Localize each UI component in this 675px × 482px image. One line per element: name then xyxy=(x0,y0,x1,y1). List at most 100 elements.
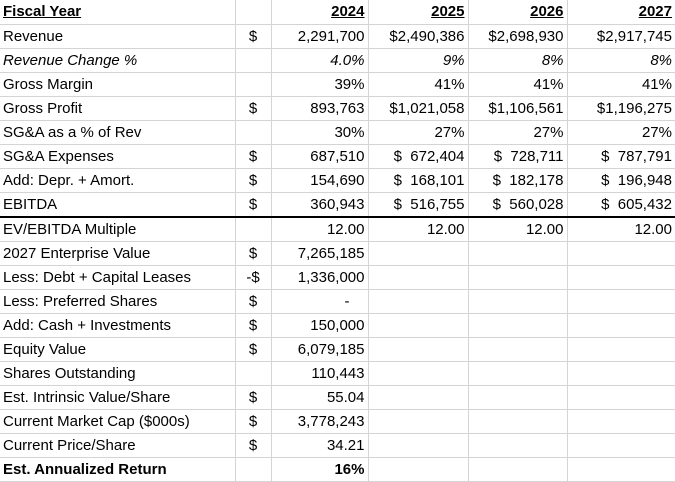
cell[interactable] xyxy=(235,72,272,97)
shares-label[interactable]: Shares Outstanding xyxy=(0,361,236,386)
depr-amort-2024[interactable]: 154,690 xyxy=(271,168,369,193)
cell[interactable] xyxy=(567,457,675,482)
revenue-2027[interactable]: $2,917,745 xyxy=(567,24,675,49)
enterprise-value-2024[interactable]: 7,265,185 xyxy=(271,241,369,266)
cell[interactable] xyxy=(368,409,469,434)
debt-label[interactable]: Less: Debt + Capital Leases xyxy=(0,265,236,290)
cell[interactable] xyxy=(235,120,272,145)
preferred-label[interactable]: Less: Preferred Shares xyxy=(0,289,236,314)
mktcap-label[interactable]: Current Market Cap ($000s) xyxy=(0,409,236,434)
cell[interactable] xyxy=(468,433,568,458)
cell[interactable] xyxy=(468,265,568,290)
cell[interactable] xyxy=(567,385,675,410)
enterprise-value-label[interactable]: 2027 Enterprise Value xyxy=(0,241,236,266)
depr-amort-currency[interactable]: $ xyxy=(235,168,272,193)
shares-2024[interactable]: 110,443 xyxy=(271,361,369,386)
sga-expenses-2025[interactable]: $ 672,404 xyxy=(368,144,469,169)
year-2026[interactable]: 2026 xyxy=(468,0,568,25)
intrinsic-currency[interactable]: $ xyxy=(235,385,272,410)
cell[interactable] xyxy=(368,385,469,410)
cell[interactable] xyxy=(567,361,675,386)
gross-profit-2024[interactable]: 893,763 xyxy=(271,96,369,121)
mktcap-2024[interactable]: 3,778,243 xyxy=(271,409,369,434)
ebitda-2025[interactable]: $ 516,755 xyxy=(368,192,469,218)
cell[interactable] xyxy=(567,265,675,290)
equity-label[interactable]: Equity Value xyxy=(0,337,236,362)
cell[interactable] xyxy=(235,457,272,482)
depr-amort-2025[interactable]: $ 168,101 xyxy=(368,168,469,193)
cell[interactable] xyxy=(468,289,568,314)
cell[interactable] xyxy=(368,241,469,266)
cell[interactable] xyxy=(468,241,568,266)
depr-amort-2027[interactable]: $ 196,948 xyxy=(567,168,675,193)
cell[interactable] xyxy=(567,241,675,266)
fiscal-year-label[interactable]: Fiscal Year xyxy=(0,0,236,25)
gross-profit-2026[interactable]: $1,106,561 xyxy=(468,96,568,121)
ev-multiple-2026[interactable]: 12.00 xyxy=(468,216,568,242)
revenue-2024[interactable]: 2,291,700 xyxy=(271,24,369,49)
cell[interactable] xyxy=(368,433,469,458)
cell[interactable] xyxy=(368,265,469,290)
cell[interactable] xyxy=(368,457,469,482)
intrinsic-label[interactable]: Est. Intrinsic Value/Share xyxy=(0,385,236,410)
gross-profit-2027[interactable]: $1,196,275 xyxy=(567,96,675,121)
gross-profit-2025[interactable]: $1,021,058 xyxy=(368,96,469,121)
revenue-label[interactable]: Revenue xyxy=(0,24,236,49)
sga-expenses-2027[interactable]: $ 787,791 xyxy=(567,144,675,169)
year-2024[interactable]: 2024 xyxy=(271,0,369,25)
cash-currency[interactable]: $ xyxy=(235,313,272,338)
sga-expenses-label[interactable]: SG&A Expenses xyxy=(0,144,236,169)
year-2025[interactable]: 2025 xyxy=(368,0,469,25)
enterprise-value-currency[interactable]: $ xyxy=(235,241,272,266)
revenue-2025[interactable]: $2,490,386 xyxy=(368,24,469,49)
price-2024[interactable]: 34.21 xyxy=(271,433,369,458)
cash-2024[interactable]: 150,000 xyxy=(271,313,369,338)
sga-pct-2027[interactable]: 27% xyxy=(567,120,675,145)
revenue-change-label[interactable]: Revenue Change % xyxy=(0,48,236,73)
cell[interactable] xyxy=(567,313,675,338)
cell[interactable] xyxy=(468,313,568,338)
depr-amort-label[interactable]: Add: Depr. + Amort. xyxy=(0,168,236,193)
debt-currency[interactable]: -$ xyxy=(235,265,272,290)
ev-multiple-label[interactable]: EV/EBITDA Multiple xyxy=(0,216,236,242)
mktcap-currency[interactable]: $ xyxy=(235,409,272,434)
ebitda-2026[interactable]: $ 560,028 xyxy=(468,192,568,218)
sga-expenses-2026[interactable]: $ 728,711 xyxy=(468,144,568,169)
cell[interactable] xyxy=(468,409,568,434)
sga-expenses-2024[interactable]: 687,510 xyxy=(271,144,369,169)
sga-pct-2024[interactable]: 30% xyxy=(271,120,369,145)
cell[interactable] xyxy=(235,0,272,25)
cell[interactable] xyxy=(468,457,568,482)
depr-amort-2026[interactable]: $ 182,178 xyxy=(468,168,568,193)
cell[interactable] xyxy=(368,289,469,314)
intrinsic-2024[interactable]: 55.04 xyxy=(271,385,369,410)
cell[interactable] xyxy=(468,361,568,386)
preferred-2024[interactable]: - xyxy=(271,289,369,314)
ebitda-2024[interactable]: 360,943 xyxy=(271,192,369,218)
ebitda-currency[interactable]: $ xyxy=(235,192,272,218)
revenue-change-2024[interactable]: 4.0% xyxy=(271,48,369,73)
price-label[interactable]: Current Price/Share xyxy=(0,433,236,458)
cell[interactable] xyxy=(368,337,469,362)
cell[interactable] xyxy=(235,216,272,242)
ebitda-label[interactable]: EBITDA xyxy=(0,192,236,218)
sga-pct-2025[interactable]: 27% xyxy=(368,120,469,145)
revenue-change-2025[interactable]: 9% xyxy=(368,48,469,73)
cash-label[interactable]: Add: Cash + Investments xyxy=(0,313,236,338)
gross-profit-currency[interactable]: $ xyxy=(235,96,272,121)
cell[interactable] xyxy=(235,48,272,73)
cell[interactable] xyxy=(468,337,568,362)
gross-margin-2027[interactable]: 41% xyxy=(567,72,675,97)
cell[interactable] xyxy=(368,361,469,386)
preferred-currency[interactable]: $ xyxy=(235,289,272,314)
year-2027[interactable]: 2027 xyxy=(567,0,675,25)
cell[interactable] xyxy=(368,313,469,338)
debt-2024[interactable]: 1,336,000 xyxy=(271,265,369,290)
gross-margin-2026[interactable]: 41% xyxy=(468,72,568,97)
price-currency[interactable]: $ xyxy=(235,433,272,458)
ebitda-2027[interactable]: $ 605,432 xyxy=(567,192,675,218)
sga-pct-label[interactable]: SG&A as a % of Rev xyxy=(0,120,236,145)
cell[interactable] xyxy=(567,289,675,314)
revenue-change-2026[interactable]: 8% xyxy=(468,48,568,73)
revenue-change-2027[interactable]: 8% xyxy=(567,48,675,73)
